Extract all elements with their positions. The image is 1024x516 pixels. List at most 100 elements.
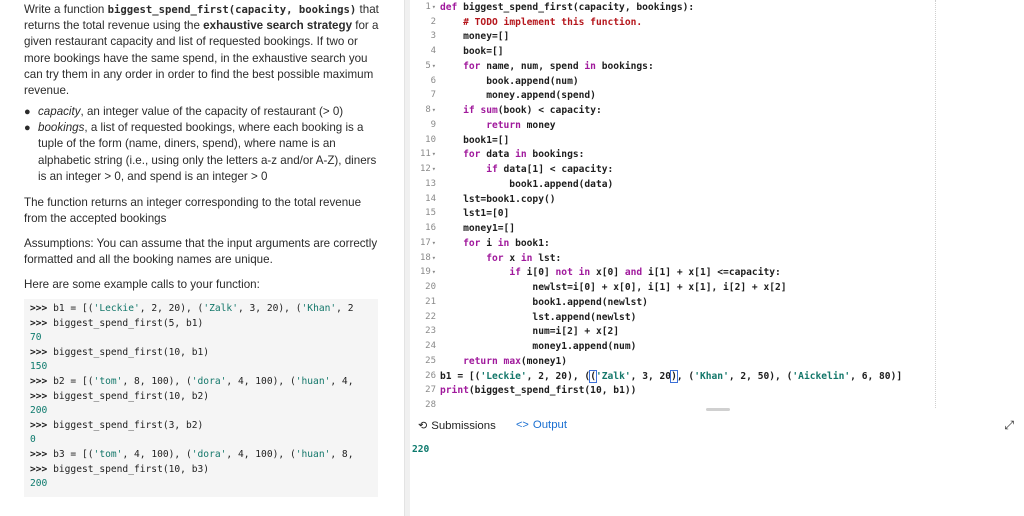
- code-line[interactable]: book1.append(data): [440, 179, 613, 190]
- line-number: 23: [425, 326, 436, 337]
- code-line[interactable]: print(biggest_spend_first(10, b1)): [440, 385, 636, 396]
- code-line[interactable]: money=[]: [440, 31, 509, 42]
- example-input-line: >>> biggest_spend_first(10, b1): [30, 346, 210, 358]
- example-input-line: >>> biggest_spend_first(5, b1): [30, 317, 204, 329]
- line-number: 3: [430, 31, 436, 42]
- code-line[interactable]: for x in lst:: [440, 253, 561, 264]
- resize-handle[interactable]: [410, 408, 1024, 412]
- line-number: 18▾: [419, 252, 436, 263]
- intro-paragraph: Write a function biggest_spend_first(cap…: [24, 2, 384, 99]
- line-number: 25: [425, 355, 436, 366]
- example-output-line: 200: [30, 478, 48, 490]
- example-output-line: 200: [30, 405, 48, 417]
- example-input-line: >>> biggest_spend_first(3, b2): [30, 419, 204, 431]
- code-line[interactable]: money1.append(num): [440, 341, 636, 352]
- line-number: 19▾: [419, 267, 436, 278]
- examples-heading: Here are some example calls to your func…: [24, 278, 260, 291]
- line-number: 26: [425, 370, 436, 381]
- list-item: ● bookings, a list of requested bookings,…: [24, 121, 377, 183]
- example-input-line: >>> biggest_spend_first(10, b2): [30, 390, 210, 402]
- returns-paragraph: The function returns an integer correspo…: [24, 196, 362, 226]
- code-line[interactable]: money1=[]: [440, 223, 515, 234]
- line-number: 9: [430, 119, 436, 130]
- code-line[interactable]: newlst=i[0] + x[0], i[1] + x[1], i[2] + …: [440, 282, 786, 293]
- example-output-line: 0: [30, 434, 36, 446]
- fold-toggle-icon[interactable]: ▾: [432, 239, 436, 247]
- line-number: 16: [425, 223, 436, 234]
- intro-text-1: Write a function: [24, 3, 108, 16]
- line-number: 8▾: [425, 105, 436, 116]
- code-line[interactable]: for i in book1:: [440, 238, 550, 249]
- output-value: 220: [412, 444, 430, 455]
- expand-icon[interactable]: ⤢: [1004, 418, 1014, 433]
- parameter-list: ● capacity, an integer value of the capac…: [24, 104, 382, 185]
- example-input-line: >>> b3 = [('tom', 4, 100), ('dora', 4, 1…: [30, 448, 354, 460]
- code-line[interactable]: book1=[]: [440, 135, 509, 146]
- line-number: 7: [430, 90, 436, 101]
- line-number: 1▾: [425, 2, 436, 12]
- line-number: 27: [425, 385, 436, 396]
- example-output-line: 70: [30, 332, 42, 344]
- line-number: 12▾: [419, 164, 436, 175]
- code-line[interactable]: if sum(book) < capacity:: [440, 105, 602, 116]
- code-line[interactable]: return max(money1): [440, 356, 567, 367]
- line-number: 22: [425, 311, 436, 322]
- fold-toggle-icon[interactable]: ▾: [432, 150, 436, 158]
- list-item: ● capacity, an integer value of the capac…: [24, 105, 344, 118]
- code-icon: <>: [516, 419, 529, 431]
- fold-toggle-icon[interactable]: ▾: [432, 254, 436, 262]
- line-number: 2: [430, 16, 436, 27]
- code-line[interactable]: if i[0] not in x[0] and i[1] + x[1] <=ca…: [440, 267, 781, 278]
- line-number: 24: [425, 341, 436, 352]
- example-output-line: 150: [30, 361, 48, 373]
- code-line[interactable]: book.append(num): [440, 76, 578, 87]
- line-number: 14: [425, 193, 436, 204]
- function-signature: biggest_spend_first(capacity, bookings): [107, 4, 357, 16]
- line-number: 5▾: [425, 60, 436, 71]
- intro-bold: exhaustive search strategy: [203, 19, 353, 33]
- line-number: 17▾: [419, 237, 436, 248]
- line-number: 15: [425, 208, 436, 219]
- code-line[interactable]: for data in bookings:: [440, 149, 584, 160]
- code-line[interactable]: def biggest_spend_first(capacity, bookin…: [440, 2, 694, 13]
- code-line[interactable]: lst.append(newlst): [440, 312, 636, 323]
- code-line[interactable]: book1.append(newlst): [440, 297, 648, 308]
- fold-toggle-icon[interactable]: ▾: [432, 268, 436, 276]
- code-line[interactable]: num=i[2] + x[2]: [440, 326, 619, 337]
- tab-submissions[interactable]: ⟲ Submissions: [418, 419, 496, 433]
- output-tabs: ⟲ Submissions <> Output ⤢: [410, 414, 1024, 440]
- line-number: 6: [430, 75, 436, 86]
- fold-toggle-icon[interactable]: ▾: [432, 165, 436, 173]
- code-line[interactable]: # TODO implement this function.: [440, 17, 642, 28]
- code-editor[interactable]: 1▾ 2 3 4 5▾ 6 7 8▾ 9 10 11▾ 12▾ 13 14 15 16 17▾ 18▾ 19▾ 20 2…: [410, 0, 1024, 408]
- example-input-line: >>> biggest_spend_first(10, b3): [30, 463, 210, 475]
- code-line[interactable]: lst1=[0]: [440, 208, 509, 219]
- line-gutter: 1▾ 2 3 4 5▾ 6 7 8▾ 9 10 11▾ 12▾ 13 14 15 16 17▾ 18▾ 19▾ 20 2…: [410, 0, 438, 408]
- code-line[interactable]: money.append(spend): [440, 90, 596, 101]
- problem-description: Write a function biggest_spend_first(cap…: [0, 0, 404, 516]
- line-number: 10: [425, 134, 436, 145]
- fold-toggle-icon[interactable]: ▾: [432, 106, 436, 114]
- line-number: 4: [430, 46, 436, 57]
- fold-toggle-icon[interactable]: ▾: [432, 3, 436, 11]
- line-number: 21: [425, 296, 436, 307]
- tab-output[interactable]: <> Output: [516, 419, 567, 431]
- code-line[interactable]: lst=book1.copy(): [440, 194, 555, 205]
- line-number: 20: [425, 282, 436, 293]
- assumptions-paragraph: Assumptions: You can assume that the inp…: [24, 237, 378, 267]
- line-number: 13: [425, 178, 436, 189]
- code-line[interactable]: book=[]: [440, 46, 503, 57]
- example-input-line: >>> b2 = [('tom', 8, 100), ('dora', 4, 1…: [30, 375, 354, 387]
- example-input-line: >>> b1 = [('Leckie', 2, 20), ('Zalk', 3,…: [30, 303, 354, 314]
- code-line[interactable]: return money: [440, 120, 555, 131]
- output-panel: 220: [410, 440, 1024, 516]
- print-margin: [935, 0, 936, 408]
- line-number: 28: [425, 399, 436, 408]
- code-line[interactable]: if data[1] < capacity:: [440, 164, 613, 175]
- code-line[interactable]: for name, num, spend in bookings:: [440, 61, 654, 72]
- history-icon: ⟲: [418, 420, 428, 432]
- line-number: 11▾: [419, 149, 436, 160]
- example-code-block: >>> b1 = [('Leckie', 2, 20), ('Zalk', 3,…: [24, 299, 378, 497]
- code-line[interactable]: b1 = [('Leckie', 2, 20), (('Zalk', 3, 20…: [440, 369, 902, 383]
- fold-toggle-icon[interactable]: ▾: [432, 62, 436, 70]
